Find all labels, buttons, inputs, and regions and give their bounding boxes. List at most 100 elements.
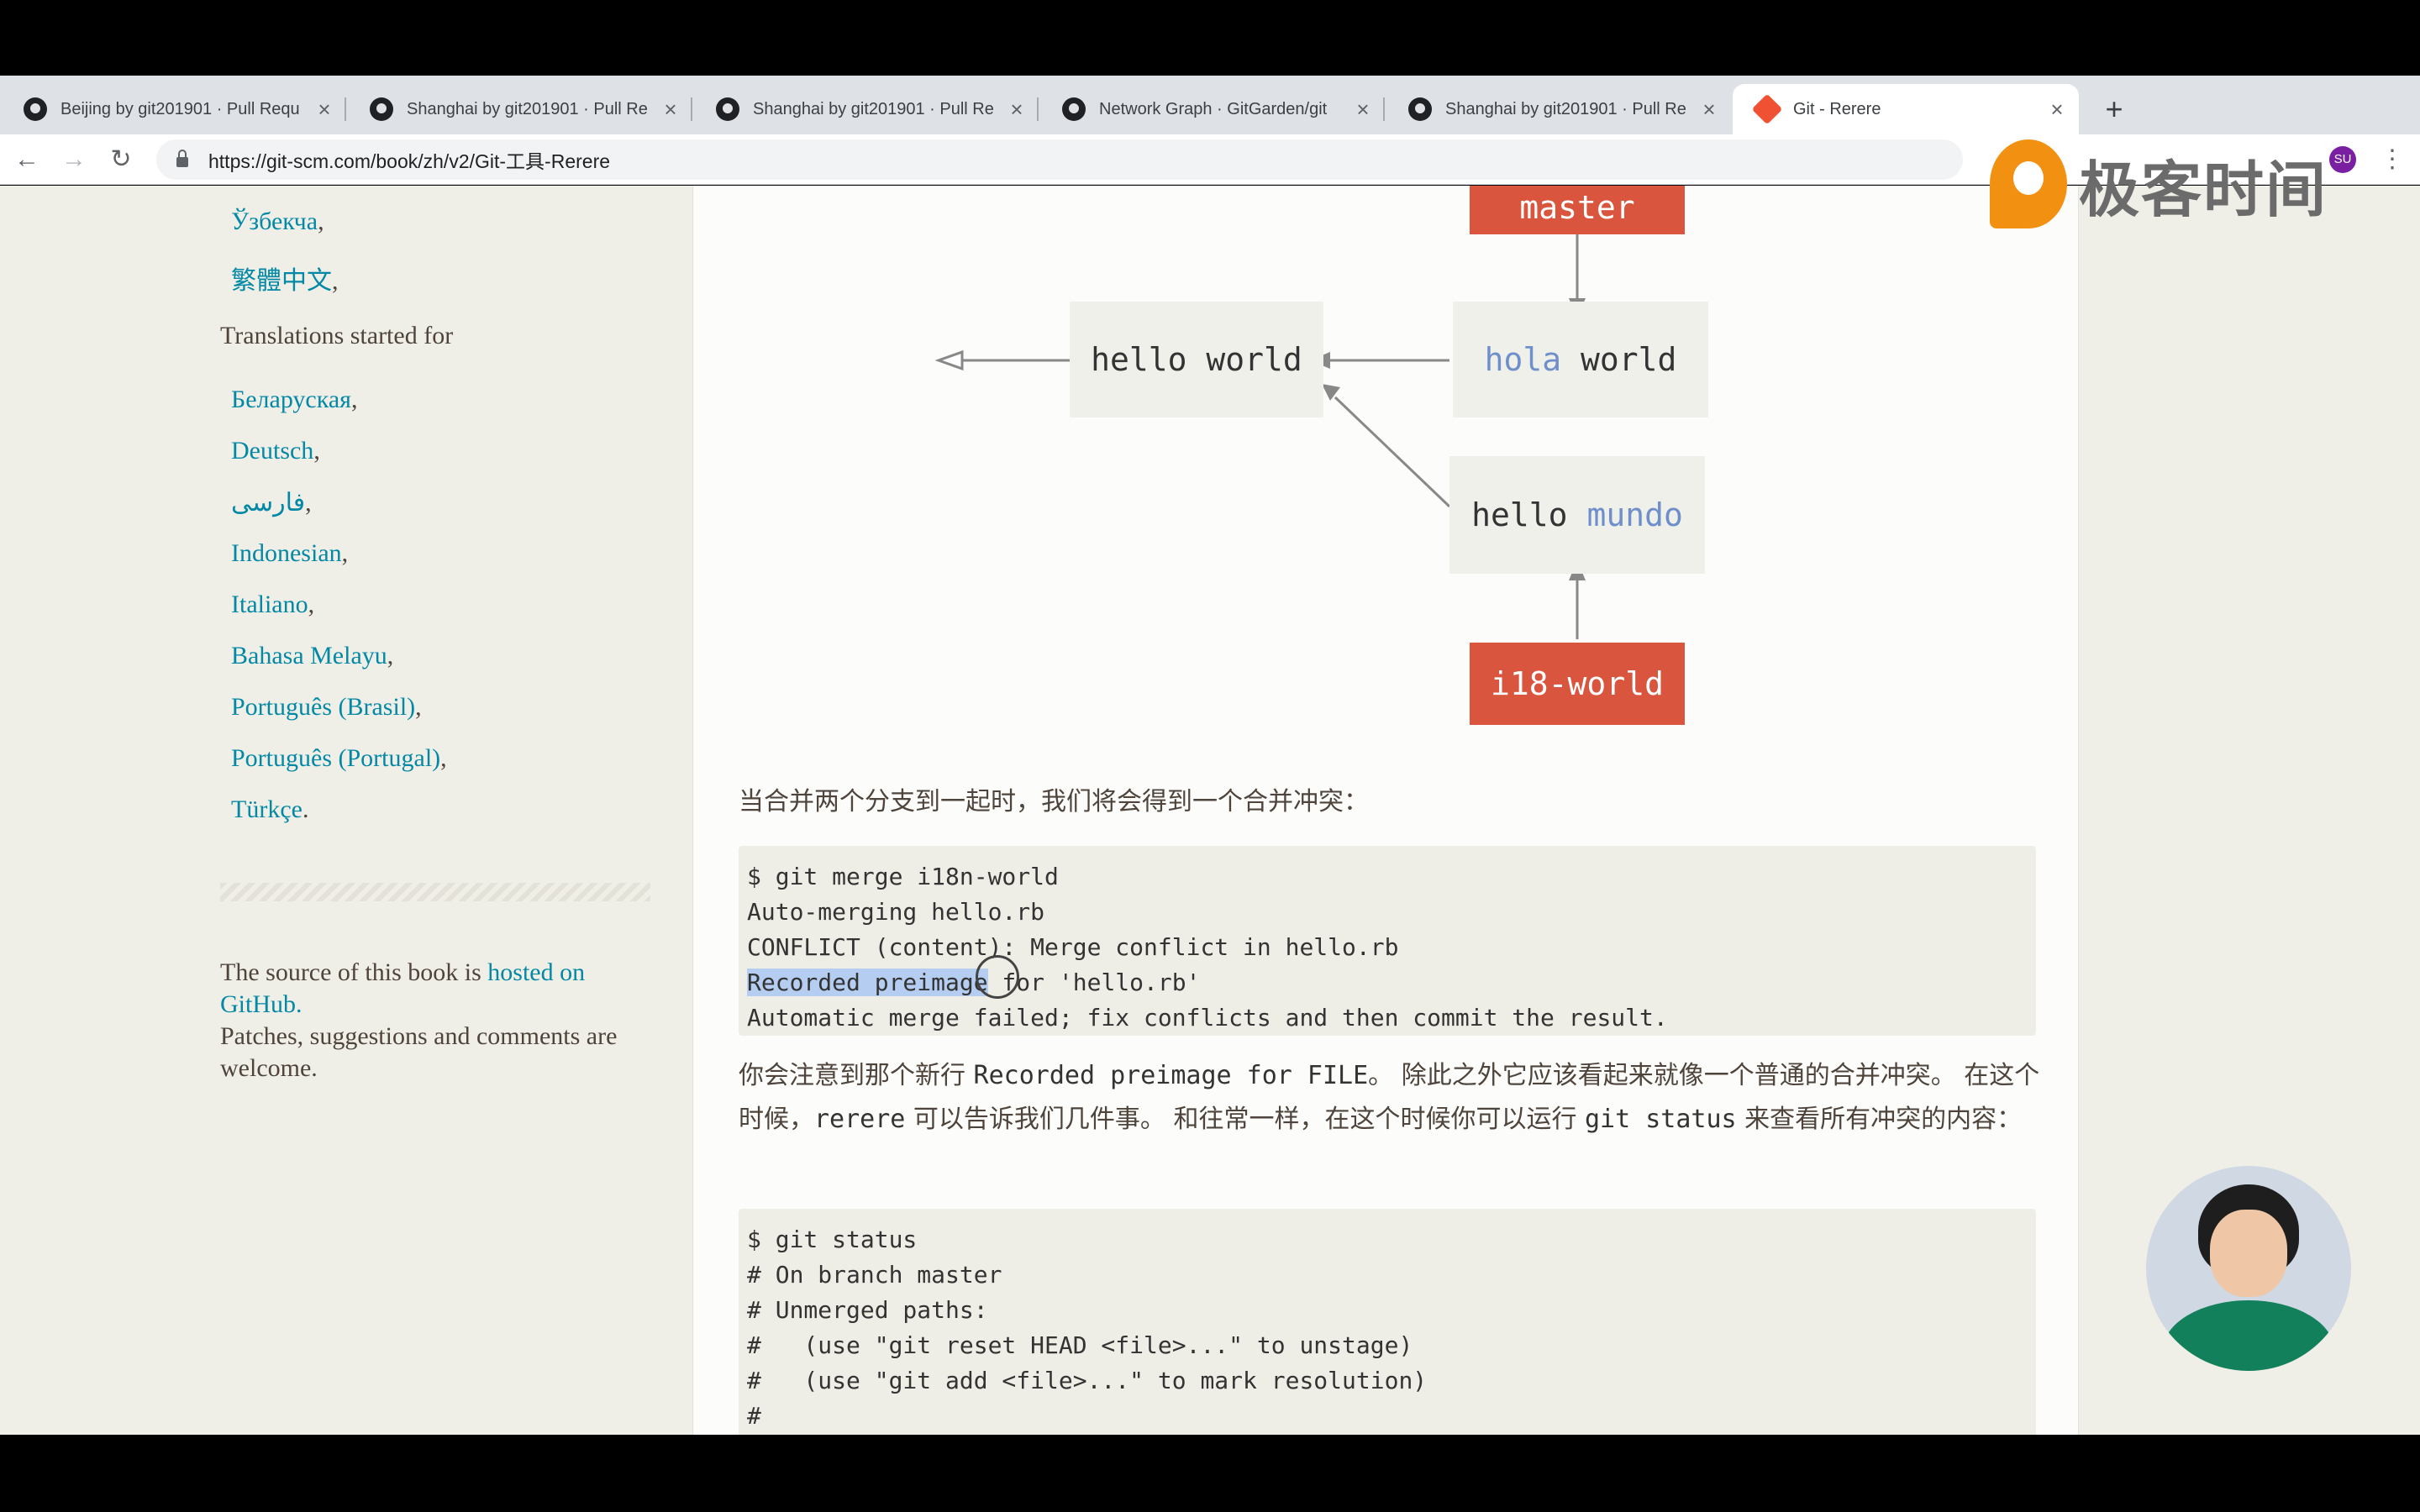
github-icon bbox=[1408, 97, 1432, 121]
tab-shanghai-pull-request[interactable]: Shanghai by git201901 · Pull Re × bbox=[346, 84, 692, 134]
tab-title: Network Graph · GitGarden/git bbox=[1099, 99, 1328, 118]
language-link[interactable]: Português (Brasil), bbox=[231, 693, 422, 722]
language-name[interactable]: Bahasa Melayu bbox=[231, 642, 387, 669]
language-link[interactable]: Português (Portugal), bbox=[231, 744, 447, 773]
translations-started-heading: Translations started for bbox=[220, 322, 454, 349]
language-link[interactable]: Беларуская, bbox=[231, 386, 357, 414]
list-end-punctuation: . bbox=[302, 795, 309, 823]
language-name[interactable]: فارسی bbox=[231, 489, 305, 517]
language-name[interactable]: Italiano bbox=[231, 591, 308, 618]
commit-hello-world: hello world bbox=[1070, 302, 1323, 417]
branch-diagram-arrows bbox=[934, 234, 1586, 639]
inline-code: rerere bbox=[814, 1105, 906, 1134]
source-prefix: The source of this book is bbox=[220, 958, 488, 986]
arrow-mundo-to-hello bbox=[1334, 396, 1451, 508]
code-line: # (use "git add <file>..." to mark resol… bbox=[747, 1367, 1428, 1394]
github-icon bbox=[716, 97, 739, 121]
code-line: Auto-merging hello.rb bbox=[747, 898, 1045, 926]
commit-word-world: world bbox=[1561, 341, 1677, 378]
explanation-paragraph: 你会注意到那个新行 Recorded preimage for FILE。 除此… bbox=[739, 1054, 2049, 1142]
lock-icon bbox=[176, 150, 188, 167]
arrowhead-open bbox=[934, 349, 964, 371]
tab-shanghai-pull-request[interactable]: Shanghai by git201901 · Pull Re × bbox=[692, 84, 1039, 134]
language-link[interactable]: Ўзбекча, bbox=[231, 207, 324, 236]
close-icon[interactable]: × bbox=[1353, 97, 1373, 123]
language-name[interactable]: Português (Brasil) bbox=[231, 693, 415, 721]
git-icon bbox=[1751, 93, 1783, 125]
tab-title: Shanghai by git201901 · Pull Re bbox=[753, 99, 994, 118]
language-link[interactable]: Indonesian, bbox=[231, 539, 348, 568]
kebab-menu-icon[interactable]: ⋮ bbox=[2380, 141, 2405, 178]
tab-title: Shanghai by git201901 · Pull Re bbox=[1445, 99, 1686, 118]
close-icon[interactable]: × bbox=[2047, 97, 2067, 123]
reload-icon[interactable]: ↻ bbox=[103, 141, 139, 178]
presenter-video bbox=[2146, 1166, 2351, 1371]
watermark-text: 极客时间 bbox=[2079, 154, 2328, 225]
tab-network-graph[interactable]: Network Graph · GitGarden/git × bbox=[1039, 84, 1385, 134]
language-name[interactable]: Türkçe bbox=[231, 795, 302, 823]
paragraph-text: 来查看所有冲突的内容： bbox=[1736, 1105, 2023, 1134]
tab-bar: Beijing by git201901 · Pull Requ × Shang… bbox=[0, 76, 2420, 134]
video-letterbox-top bbox=[0, 0, 2420, 76]
language-name[interactable]: Indonesian bbox=[231, 539, 342, 567]
commit-hello-mundo: hello mundo bbox=[1449, 456, 1705, 574]
presenter-face bbox=[2210, 1210, 2287, 1297]
tab-beijing-pull-request[interactable]: Beijing by git201901 · Pull Requ × bbox=[0, 84, 346, 134]
github-icon bbox=[370, 97, 393, 121]
commit-word-hello: hello bbox=[1471, 496, 1587, 533]
code-line: # (use "git reset HEAD <file>..." to uns… bbox=[747, 1331, 1413, 1359]
github-icon bbox=[24, 97, 47, 121]
address-bar[interactable]: https://git-scm.com/book/zh/v2/Git-工具-Re… bbox=[156, 139, 1963, 180]
branch-master: master bbox=[1470, 186, 1685, 234]
language-name[interactable]: 繁體中文 bbox=[231, 267, 332, 295]
new-tab-button[interactable]: + bbox=[2096, 84, 2133, 134]
code-line: CONFLICT (content): Merge conflict in he… bbox=[747, 933, 1399, 961]
code-line: # Unmerged paths: bbox=[747, 1296, 988, 1324]
mouse-cursor bbox=[976, 955, 1019, 999]
commit-word-mundo: mundo bbox=[1586, 496, 1683, 533]
selected-text[interactable]: Recorded preimage bbox=[747, 969, 988, 996]
tab-title: Shanghai by git201901 · Pull Re bbox=[407, 99, 648, 118]
inline-code: git status bbox=[1584, 1105, 1737, 1134]
sidebar-divider bbox=[220, 883, 650, 901]
code-line: Recorded preimage for 'hello.rb' bbox=[747, 965, 2028, 1000]
code-line: $ git status bbox=[747, 1226, 918, 1253]
paragraph-text: 你会注意到那个新行 bbox=[739, 1061, 974, 1090]
language-link[interactable]: Bahasa Melayu, bbox=[231, 642, 393, 670]
language-name[interactable]: Deutsch bbox=[231, 437, 313, 465]
language-link[interactable]: Italiano, bbox=[231, 591, 314, 619]
code-line: Automatic merge failed; fix conflicts an… bbox=[747, 1004, 1668, 1032]
forward-arrow-icon[interactable]: → bbox=[55, 141, 92, 178]
watermark: 极客时间 bbox=[1990, 139, 2328, 228]
github-icon bbox=[1062, 97, 1086, 121]
source-note: The source of this book is hosted on Git… bbox=[220, 957, 657, 1084]
web-page: Ўзбекча, 繁體中文, Translations started for … bbox=[0, 186, 2420, 1435]
profile-avatar[interactable]: SU bbox=[2329, 146, 2356, 173]
sidebar: Ўзбекча, 繁體中文, Translations started for … bbox=[0, 186, 692, 1435]
language-name[interactable]: Ўзбекча bbox=[231, 207, 318, 235]
tab-title: Git - Rerere bbox=[1793, 99, 1881, 118]
code-text: for 'hello.rb' bbox=[987, 969, 1201, 996]
back-arrow-icon[interactable]: ← bbox=[8, 141, 45, 178]
close-icon[interactable]: × bbox=[1699, 97, 1719, 123]
main-content: master hello world hola world hello mund… bbox=[692, 186, 2079, 1435]
branch-i18-world: i18-world bbox=[1470, 643, 1685, 725]
intro-paragraph: 当合并两个分支到一起时，我们将会得到一个合并冲突： bbox=[739, 787, 1369, 816]
language-name[interactable]: Português (Portugal) bbox=[231, 744, 440, 772]
language-link[interactable]: Deutsch, bbox=[231, 437, 320, 465]
close-icon[interactable]: × bbox=[314, 97, 334, 123]
inline-code: Recorded preimage for FILE bbox=[973, 1061, 1369, 1090]
tab-shanghai-pull-request[interactable]: Shanghai by git201901 · Pull Re × bbox=[1385, 84, 1731, 134]
commit-word-hola: hola bbox=[1484, 341, 1562, 378]
language-link[interactable]: Türkçe. bbox=[231, 795, 308, 824]
close-icon[interactable]: × bbox=[660, 97, 681, 123]
language-name[interactable]: Беларуская bbox=[231, 386, 351, 413]
close-icon[interactable]: × bbox=[1007, 97, 1027, 123]
presenter-body bbox=[2163, 1300, 2334, 1371]
tab-git-rerere[interactable]: Git - Rerere × bbox=[1733, 84, 2079, 134]
source-suffix: Patches, suggestions and comments are we… bbox=[220, 1022, 618, 1082]
commit-hola-world: hola world bbox=[1453, 302, 1708, 417]
language-link[interactable]: فارسی, bbox=[231, 488, 312, 517]
language-link[interactable]: 繁體中文, bbox=[231, 260, 339, 297]
url-text: https://git-scm.com/book/zh/v2/Git-工具-Re… bbox=[208, 150, 611, 172]
